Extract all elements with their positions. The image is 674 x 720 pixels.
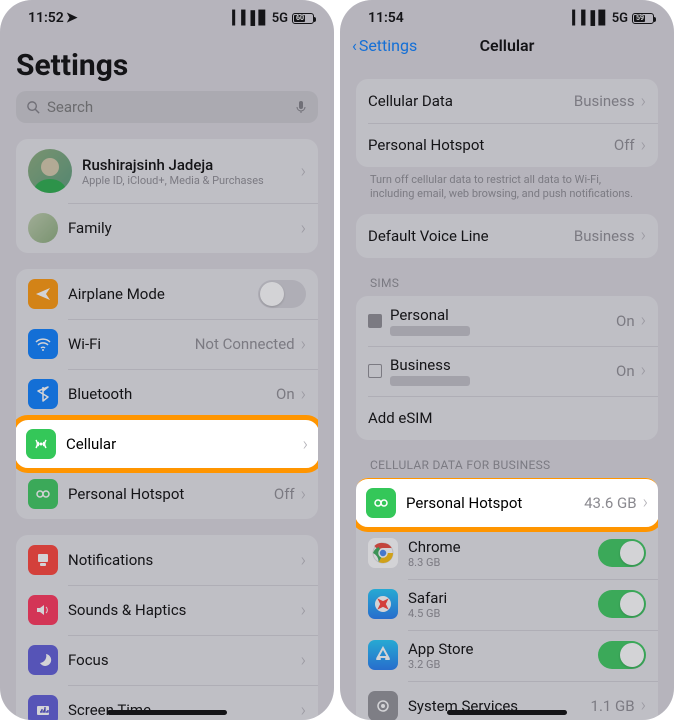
add-esim-row[interactable]: Add eSIM (356, 396, 658, 440)
chevron-icon: › (643, 492, 648, 513)
airplane-row[interactable]: Airplane Mode (16, 269, 318, 319)
status-time: 11:54 (368, 10, 404, 26)
family-label: Family (68, 219, 301, 237)
appstore-toggle[interactable] (598, 641, 646, 669)
profile-subtitle: Apple ID, iCloud+, Media & Purchases (82, 174, 301, 187)
family-avatar (28, 213, 58, 243)
cellular-screen: 11:54 ▎▍▌▋ 5G 59 ‹Settings Cellular Cell… (340, 0, 674, 720)
personal-hotspot-highlight: Personal Hotspot 43.6 GB › (356, 478, 658, 528)
gear-icon (368, 691, 398, 720)
signal-icon: ▎▍▌▋ (233, 10, 268, 26)
cellular-group: Cellular Data Business › Personal Hotspo… (356, 79, 658, 167)
status-bar: 11:54 ▎▍▌▋ 5G 59 (340, 0, 674, 30)
hotspot-row[interactable]: Personal Hotspot Off › (16, 469, 318, 519)
wifi-icon (28, 329, 58, 359)
chevron-icon: › (301, 700, 306, 720)
network-label: 5G (272, 11, 288, 26)
chevron-icon: › (641, 91, 646, 112)
home-indicator[interactable] (107, 710, 227, 715)
appstore-icon (368, 640, 398, 670)
focus-icon (28, 645, 58, 675)
footer-note: Turn off cellular data to restrict all d… (370, 173, 644, 202)
chevron-icon: › (301, 384, 306, 405)
notifications-group: Notifications › Sounds & Haptics › Focus… (16, 535, 318, 720)
hotspot-icon (366, 488, 396, 518)
bluetooth-row[interactable]: Bluetooth On › (16, 369, 318, 419)
settings-screen: 11:52➤ ▎▍▌▋ 5G 60 Settings Rushirajsinh … (0, 0, 334, 720)
battery-icon: 59 (632, 13, 654, 24)
cellular-row[interactable]: Cellular › (16, 419, 318, 469)
airplane-toggle[interactable] (258, 280, 306, 308)
focus-row[interactable]: Focus › (16, 635, 318, 685)
connectivity-group: Airplane Mode Wi-Fi Not Connected › Blue… (16, 269, 318, 519)
chevron-icon: › (301, 484, 306, 505)
data-header: CELLULAR DATA FOR BUSINESS (370, 458, 658, 472)
chevron-icon: › (301, 550, 306, 571)
apple-id-row[interactable]: Rushirajsinh Jadeja Apple ID, iCloud+, M… (16, 139, 318, 203)
page-title: Settings (16, 48, 318, 83)
safari-row[interactable]: Safari 4.5 GB (356, 579, 658, 630)
search-icon (26, 100, 41, 115)
safari-toggle[interactable] (598, 590, 646, 618)
sim-icon (368, 364, 382, 378)
signal-icon: ▎▍▌▋ (573, 10, 608, 26)
chevron-icon: › (303, 434, 308, 455)
chrome-icon (368, 538, 398, 568)
sounds-row[interactable]: Sounds & Haptics › (16, 585, 318, 635)
chrome-row[interactable]: Chrome 8.3 GB (356, 528, 658, 579)
chevron-icon: › (301, 334, 306, 355)
profile-group: Rushirajsinh Jadeja Apple ID, iCloud+, M… (16, 139, 318, 253)
wifi-row[interactable]: Wi-Fi Not Connected › (16, 319, 318, 369)
hotspot-icon (28, 479, 58, 509)
avatar (28, 149, 72, 193)
chevron-icon: › (641, 360, 646, 381)
chevron-left-icon: ‹ (352, 36, 357, 55)
battery-icon: 60 (292, 13, 314, 24)
mic-icon (294, 100, 308, 114)
status-bar: 11:52➤ ▎▍▌▋ 5G 60 (0, 0, 334, 30)
chevron-icon: › (301, 161, 306, 182)
hotspot-row[interactable]: Personal Hotspot Off › (356, 123, 658, 167)
data-usage-group: Personal Hotspot 43.6 GB › Chrome 8.3 GB… (356, 478, 658, 720)
profile-name: Rushirajsinh Jadeja (82, 156, 301, 174)
sims-header: SIMs (370, 276, 658, 290)
chevron-icon: › (301, 650, 306, 671)
personal-hotspot-data-row[interactable]: Personal Hotspot 43.6 GB › (356, 478, 658, 528)
appstore-row[interactable]: App Store 3.2 GB (356, 630, 658, 681)
location-icon: ➤ (66, 10, 78, 26)
blurred-number (390, 376, 470, 386)
voice-line-row[interactable]: Default Voice Line Business › (356, 214, 658, 258)
screentime-icon (28, 695, 58, 720)
sims-group: Personal On › Business On › Add eSIM (356, 296, 658, 440)
search-field[interactable] (16, 91, 318, 123)
sim-business-row[interactable]: Business On › (356, 346, 658, 396)
cellular-highlight: Cellular › (16, 419, 318, 469)
cellular-data-row[interactable]: Cellular Data Business › (356, 79, 658, 123)
network-label: 5G (612, 11, 628, 26)
safari-icon (368, 589, 398, 619)
bluetooth-icon (28, 379, 58, 409)
sounds-icon (28, 595, 58, 625)
chevron-icon: › (641, 695, 646, 716)
sim-icon (368, 314, 382, 328)
cellular-icon (26, 429, 56, 459)
chevron-icon: › (641, 225, 646, 246)
notifications-row[interactable]: Notifications › (16, 535, 318, 585)
chevron-icon: › (301, 600, 306, 621)
notifications-icon (28, 545, 58, 575)
chevron-icon: › (641, 135, 646, 156)
back-button[interactable]: ‹Settings (352, 36, 417, 55)
chrome-toggle[interactable] (598, 539, 646, 567)
status-time: 11:52➤ (28, 10, 78, 26)
search-input[interactable] (47, 98, 288, 116)
chevron-icon: › (301, 218, 306, 239)
airplane-icon (28, 279, 58, 309)
family-row[interactable]: Family › (16, 203, 318, 253)
chevron-icon: › (641, 310, 646, 331)
voice-group: Default Voice Line Business › (356, 214, 658, 258)
nav-bar: ‹Settings Cellular (340, 30, 674, 63)
blurred-number (390, 326, 470, 336)
home-indicator[interactable] (447, 710, 567, 715)
sim-personal-row[interactable]: Personal On › (356, 296, 658, 346)
